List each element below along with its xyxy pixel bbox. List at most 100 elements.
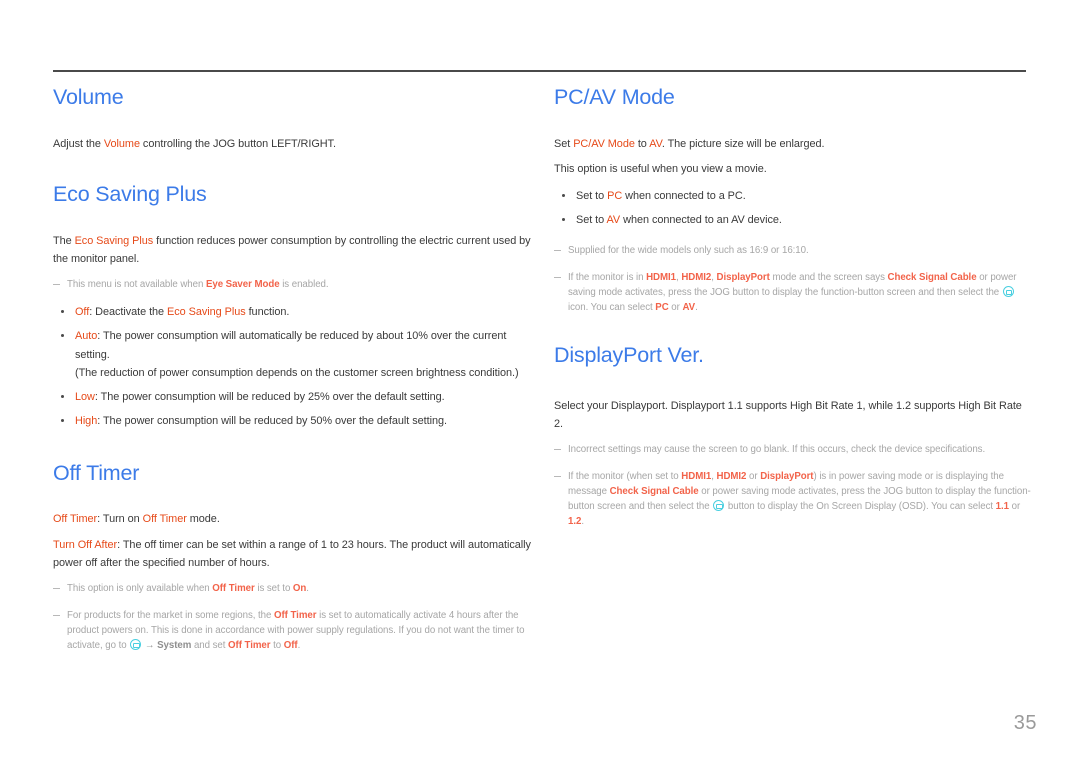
text-run: function. xyxy=(245,306,290,319)
volume-paragraph: Adjust the Volume controlling the JOG bu… xyxy=(53,136,531,154)
section-title-displayport-ver: DisplayPort Ver. xyxy=(554,343,704,368)
text-run: Set to xyxy=(576,189,608,202)
text-run: 1.2 xyxy=(568,515,582,527)
text-run: This menu is not available when xyxy=(67,279,206,291)
text-run: On xyxy=(292,583,307,595)
text-run: Off Timer xyxy=(142,513,187,526)
text-run: (The reduction of power consumption depe… xyxy=(75,367,519,380)
text-run: DisplayPort xyxy=(716,272,770,284)
text-run: is set to xyxy=(254,583,293,595)
text-run: : The power consumption will be reduced … xyxy=(97,414,447,427)
text-run: Check Signal Cable xyxy=(887,272,977,284)
text-run: Low xyxy=(75,391,95,404)
pc-av-note-2: If the monitor is in HDMI1, HDMI2, Displ… xyxy=(554,271,1032,316)
section-title-pc-av-mode: PC/AV Mode xyxy=(554,85,675,109)
section-title-volume: Volume xyxy=(53,85,124,109)
text-run: If the monitor (when set to xyxy=(568,471,682,483)
section-title-eco-saving-plus: Eco Saving Plus xyxy=(53,182,207,207)
text-run: HDMI2 xyxy=(681,272,712,284)
text-run: 1.1 xyxy=(995,500,1009,512)
text-run: The xyxy=(53,234,75,247)
text-run: Off Timer xyxy=(53,513,98,526)
text-run: AV xyxy=(606,213,621,226)
text-run: Set to xyxy=(576,213,607,226)
eco-saving-note-1: This menu is not available when Eye Save… xyxy=(53,278,531,293)
list-item: Auto: The power consumption will automat… xyxy=(53,327,531,383)
text-run: Select your Displayport. Displayport 1.1… xyxy=(554,399,1022,430)
displayport-note-2: If the monitor (when set to HDMI1, HDMI2… xyxy=(554,470,1032,530)
displayport-paragraph: Select your Displayport. Displayport 1.1… xyxy=(554,398,1032,433)
text-run: or xyxy=(668,302,683,314)
left-column: Volume Adjust the Volume controlling the… xyxy=(53,85,531,656)
text-run: button to display the On Screen Display … xyxy=(725,500,996,512)
pc-av-paragraph-2: This option is useful when you view a mo… xyxy=(554,161,1032,179)
text-run: mode. xyxy=(186,513,220,526)
text-run: when connected to an AV device. xyxy=(620,213,782,226)
text-run: Volume xyxy=(103,137,140,150)
jog-menu-icon xyxy=(1002,286,1014,298)
text-run: High xyxy=(75,414,98,427)
list-item: Off: Deactivate the Eco Saving Plus func… xyxy=(53,303,531,322)
text-run: : The off timer can be set within a rang… xyxy=(53,538,531,569)
text-run: . The picture size will be enlarged. xyxy=(661,137,825,150)
bullet-line: Low: The power consumption will be reduc… xyxy=(75,388,531,407)
text-run: when connected to a PC. xyxy=(622,189,746,202)
text-run: to xyxy=(634,137,650,150)
jog-menu-icon xyxy=(713,499,725,511)
text-run: controlling the JOG button LEFT/RIGHT. xyxy=(139,137,336,150)
text-run: HDMI2 xyxy=(716,471,747,483)
header-rule xyxy=(53,70,1026,72)
list-item: Set to PC when connected to a PC. xyxy=(554,187,1032,206)
off-timer-paragraph-2: Turn Off After: The off timer can be set… xyxy=(53,537,531,572)
bullet-line: Auto: The power consumption will automat… xyxy=(75,327,531,365)
text-run: Eco Saving Plus xyxy=(167,306,246,319)
text-run: or xyxy=(1009,500,1021,512)
text-run: AV xyxy=(649,137,662,150)
text-run: and set xyxy=(191,640,229,652)
text-run: : The power consumption will automatical… xyxy=(75,329,507,361)
text-run: : The power consumption will be reduced … xyxy=(94,391,445,404)
text-run: or xyxy=(746,471,761,483)
text-run: AV xyxy=(682,302,696,314)
text-run: . xyxy=(297,640,301,652)
off-timer-note-1: This option is only available when Off T… xyxy=(53,582,531,597)
section-title-off-timer: Off Timer xyxy=(53,460,140,485)
text-run: This option is useful when you view a mo… xyxy=(554,163,767,176)
text-run: Off Timer xyxy=(228,640,271,652)
bullet-line: Set to AV when connected to an AV device… xyxy=(576,211,1032,230)
text-run: PC xyxy=(607,189,623,202)
text-run: System xyxy=(157,640,192,652)
text-run: to xyxy=(270,640,284,652)
bullet-line: High: The power consumption will be redu… xyxy=(75,412,531,431)
text-run: Turn Off After xyxy=(53,538,118,551)
text-run: PC xyxy=(655,302,669,314)
text-run: → xyxy=(142,640,158,652)
text-run: Auto xyxy=(75,329,98,342)
bullet-line: Off: Deactivate the Eco Saving Plus func… xyxy=(75,303,531,322)
list-item: Low: The power consumption will be reduc… xyxy=(53,388,531,407)
text-run: . xyxy=(581,515,584,527)
off-timer-paragraph-1: Off Timer: Turn on Off Timer mode. xyxy=(53,511,531,529)
text-run: Eye Saver Mode xyxy=(205,279,280,291)
bullet-line-continued: (The reduction of power consumption depe… xyxy=(75,364,531,383)
text-run: This option is only available when xyxy=(67,583,213,595)
text-run: Check Signal Cable xyxy=(609,486,699,498)
text-run: Supplied for the wide models only such a… xyxy=(568,245,809,257)
off-timer-note-2: For products for the market in some regi… xyxy=(53,609,531,654)
document-page: Volume Adjust the Volume controlling the… xyxy=(0,0,1080,763)
text-run: Adjust the xyxy=(53,137,104,150)
eco-saving-options-list: Off: Deactivate the Eco Saving Plus func… xyxy=(53,303,531,431)
text-run: PC/AV Mode xyxy=(573,137,635,150)
text-run: HDMI1 xyxy=(646,272,677,284)
text-run: Off xyxy=(75,306,90,319)
pc-av-options-list: Set to PC when connected to a PC. Set to… xyxy=(554,187,1032,230)
text-run: . xyxy=(306,583,309,595)
text-run: : Turn on xyxy=(97,513,143,526)
text-run: Incorrect settings may cause the screen … xyxy=(568,444,986,456)
text-run: . xyxy=(695,302,698,314)
pc-av-note-1: Supplied for the wide models only such a… xyxy=(554,244,1032,259)
eco-saving-paragraph: The Eco Saving Plus function reduces pow… xyxy=(53,233,531,268)
text-run: mode and the screen says xyxy=(769,272,888,284)
text-run: If the monitor is in xyxy=(568,272,647,284)
text-run: For products for the market in some regi… xyxy=(67,610,275,622)
